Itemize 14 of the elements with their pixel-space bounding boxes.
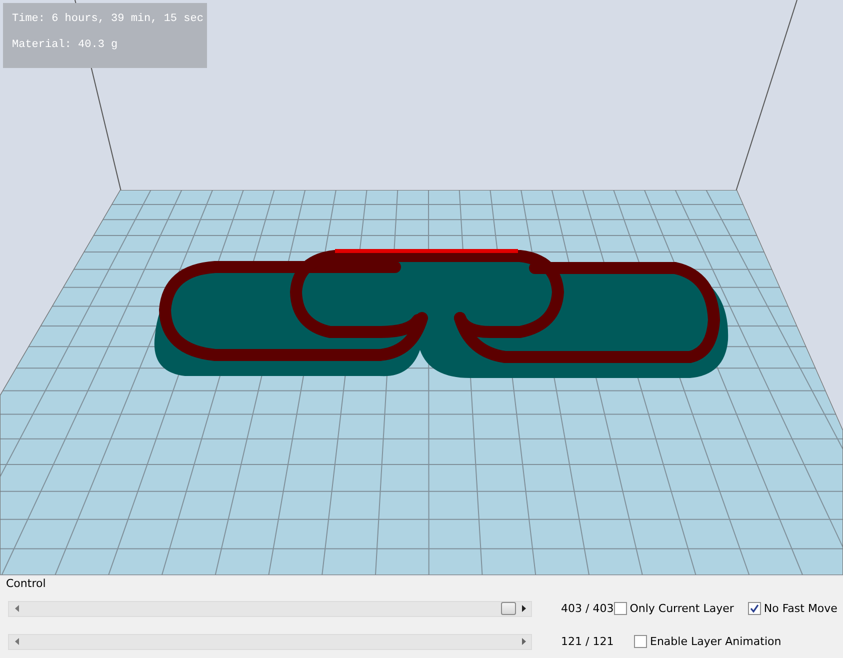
- slider-thumb[interactable]: [501, 602, 516, 614]
- checkbox-label[interactable]: Enable Layer Animation: [650, 635, 782, 648]
- layer-count: 403 / 403: [561, 602, 614, 615]
- layer-scrollbar[interactable]: [8, 634, 532, 650]
- layer-count: 121 / 121: [561, 635, 615, 648]
- stat-text: Material: 40.3 g: [12, 39, 119, 52]
- panel-title: Control: [5, 576, 46, 590]
- layer-scrollbar[interactable]: [8, 600, 532, 616]
- checkbox[interactable]: [614, 602, 627, 615]
- checkbox[interactable]: [748, 602, 761, 615]
- stat-text: Time: 6 hours, 39 min, 15 sec: [12, 13, 204, 26]
- checkbox-label[interactable]: No Fast Move: [764, 602, 838, 615]
- checkbox[interactable]: [634, 635, 647, 648]
- checkbox-label[interactable]: Only Current Layer: [630, 602, 734, 615]
